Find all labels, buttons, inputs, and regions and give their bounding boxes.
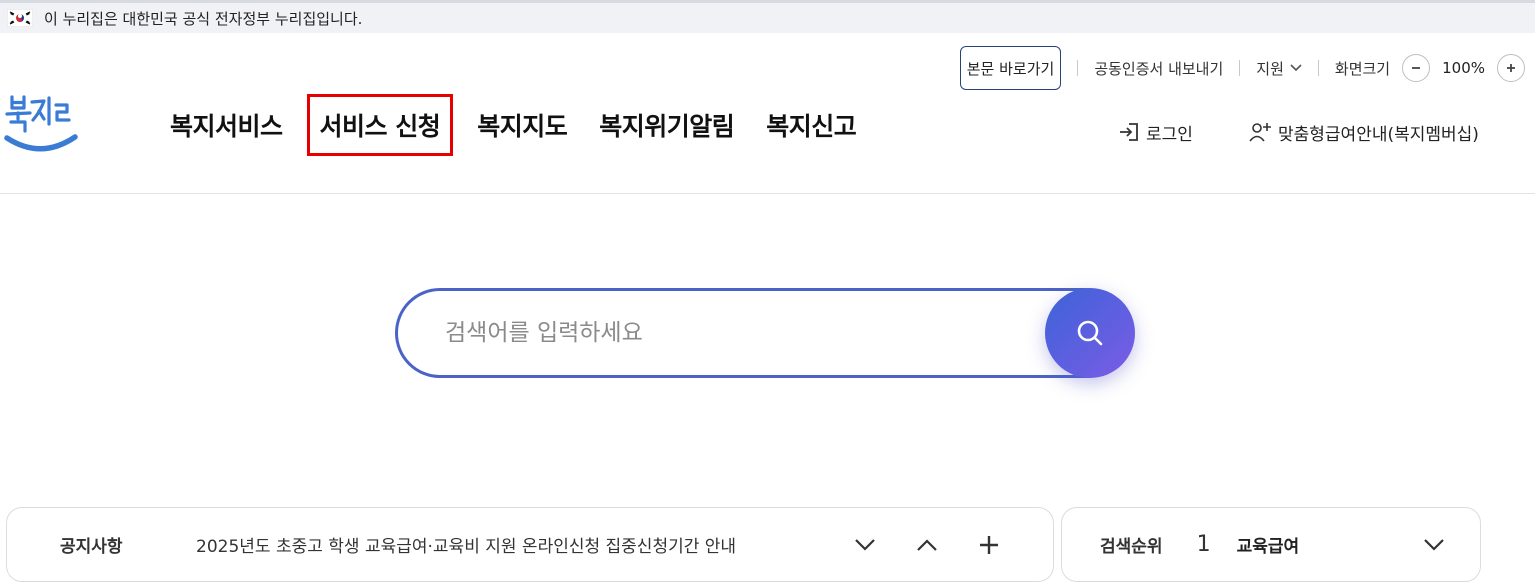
ranking-number: 1 [1196,532,1211,557]
search-button[interactable] [1045,288,1135,378]
zoom-out-button[interactable] [1402,54,1431,82]
divider [1239,60,1241,76]
nav-welfare-crisis-alert[interactable]: 복지위기알림 [583,94,750,156]
support-label: 지원 [1256,59,1284,78]
main-nav: 복지서비스 서비스 신청 복지지도 복지위기알림 복지신고 [154,94,872,156]
cert-export-link[interactable]: 공동인증서 내보내기 [1094,58,1223,79]
login-label: 로그인 [1146,124,1193,145]
skip-to-content-button[interactable]: 본문 바로가기 [959,46,1062,90]
ranking-label: 검색순위 [1100,537,1163,557]
site-logo[interactable] [4,92,78,158]
notice-controls [849,529,1035,561]
header-divider [0,193,1535,194]
ranking-term[interactable]: 교육급여 [1237,532,1300,557]
chevron-down-icon [1290,64,1302,72]
nav-service-application[interactable]: 서비스 신청 [306,94,454,156]
search-input[interactable] [445,320,1005,346]
ranking-expand-button[interactable] [1418,529,1450,561]
user-add-icon [1248,122,1272,142]
minus-icon [1412,67,1421,69]
nav-welfare-report[interactable]: 복지신고 [750,94,872,156]
zoom-in-button[interactable] [1497,54,1525,82]
divider [1077,60,1079,76]
nav-welfare-services[interactable]: 복지서비스 [154,94,299,156]
plus-icon [980,535,998,554]
search-icon [1077,320,1103,346]
notice-next-button[interactable] [849,529,881,561]
korea-flag-icon [7,9,33,27]
notice-bar: 공지사항 2025년도 초중고 학생 교육급여·교육비 지원 온라인신청 집중신… [6,507,1054,582]
nav-welfare-map[interactable]: 복지지도 [461,94,583,156]
gov-banner-text: 이 누리집은 대한민국 공식 전자정부 누리집입니다. [44,9,363,28]
membership-label: 맞춤형급여안내(복지멤버십) [1278,124,1479,145]
zoom-value: 100% [1442,59,1485,77]
gov-banner: 이 누리집은 대한민국 공식 전자정부 누리집입니다. [0,0,1535,33]
notice-prev-button[interactable] [911,529,943,561]
utility-bar: 본문 바로가기 공동인증서 내보내기 지원 화면크기 100% [959,46,1525,90]
notice-more-button[interactable] [973,529,1005,561]
login-icon [1118,122,1140,142]
chevron-up-icon [917,538,937,551]
plus-icon [1507,64,1515,72]
membership-link[interactable]: 맞춤형급여안내(복지멤버십) [1248,118,1479,146]
search-box [395,288,1130,378]
notice-link[interactable]: 2025년도 초중고 학생 교육급여·교육비 지원 온라인신청 집중신청기간 안… [196,532,836,557]
zoom-label: 화면크기 [1334,59,1391,78]
notice-label: 공지사항 [60,537,123,557]
chevron-down-icon [1424,539,1444,551]
divider [1317,60,1319,76]
support-dropdown[interactable]: 지원 [1256,58,1302,79]
chevron-down-icon [855,538,875,551]
search-ranking: 검색순위 1 교육급여 [1061,507,1481,582]
login-link[interactable]: 로그인 [1118,118,1193,146]
